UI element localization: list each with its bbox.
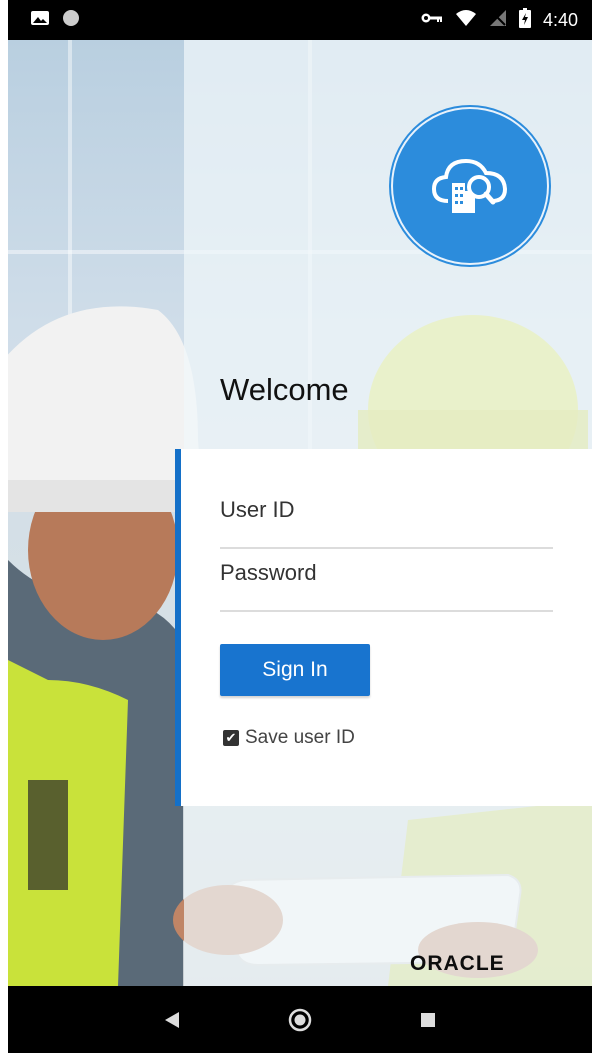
home-icon (288, 1008, 312, 1031)
battery-icon (518, 7, 531, 33)
recents-icon (421, 1012, 435, 1027)
app-logo (393, 109, 547, 263)
welcome-heading: Welcome (220, 372, 349, 407)
phone-screen: 4:40 Welcome User ID Password Sign In ✔ … (0, 0, 592, 1053)
image-icon (30, 9, 50, 32)
no-signal-icon (489, 9, 507, 32)
save-user-id-row[interactable]: ✔ Save user ID (223, 727, 355, 749)
circle-icon (62, 9, 80, 32)
oracle-logo: ORACLE (410, 952, 505, 975)
save-user-id-checkbox[interactable]: ✔ (223, 730, 239, 746)
status-left (30, 9, 80, 32)
back-icon (165, 1011, 179, 1028)
key-icon (421, 11, 443, 30)
recents-button[interactable] (408, 1000, 448, 1040)
save-user-id-label: Save user ID (245, 727, 355, 748)
status-time: 4:40 (542, 9, 578, 30)
password-field[interactable]: Password (220, 552, 553, 612)
home-button[interactable] (280, 1000, 320, 1040)
login-card: User ID Password Sign In ✔ Save user ID (175, 449, 592, 806)
wifi-icon (455, 9, 477, 32)
cloud-building-search-icon (431, 158, 508, 213)
status-bar: 4:40 (8, 0, 592, 40)
sign-in-button[interactable]: Sign In (220, 644, 370, 696)
navigation-bar (8, 986, 592, 1053)
back-button[interactable] (152, 1000, 192, 1040)
status-right: 4:40 (421, 7, 578, 33)
user-id-field[interactable]: User ID (220, 489, 553, 549)
